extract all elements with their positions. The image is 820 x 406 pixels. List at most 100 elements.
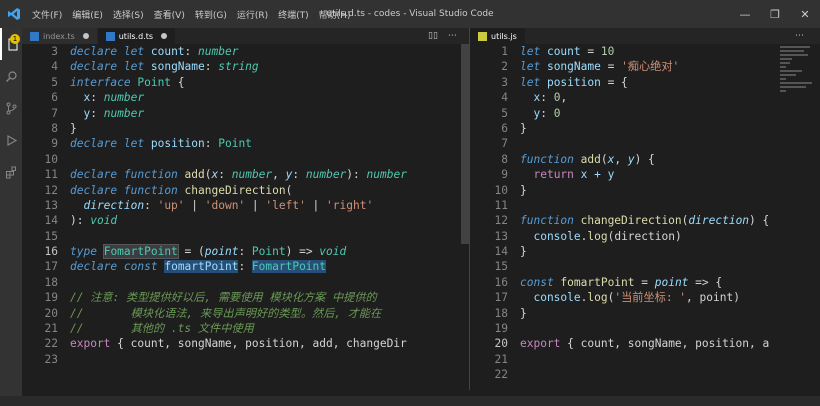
line-number: 12 bbox=[494, 214, 508, 228]
code-token: direction bbox=[70, 198, 145, 212]
menu-run[interactable]: 运行(R) bbox=[237, 8, 268, 21]
code-line[interactable]: 20 export { count, songName, position, a bbox=[470, 336, 815, 351]
unsaved-dot-icon[interactable] bbox=[161, 33, 168, 39]
code-token: : bbox=[540, 106, 554, 120]
code-token: = bbox=[634, 275, 655, 289]
code-line[interactable]: 8 function add(x, y) { bbox=[470, 152, 815, 167]
search-icon[interactable] bbox=[0, 60, 22, 92]
extensions-icon[interactable] bbox=[0, 156, 22, 188]
menu-selection[interactable]: 选择(S) bbox=[113, 8, 144, 21]
code-token: songName bbox=[144, 60, 205, 74]
code-line[interactable]: 9 declare let position: Point bbox=[22, 136, 462, 151]
code-token: export bbox=[520, 337, 561, 351]
code-line[interactable]: 16 type FomartPoint = (point: Point) => v… bbox=[22, 244, 462, 260]
code-line[interactable]: 20 // 模块化语法, 来导出声明好的类型。然后, 才能在 bbox=[22, 306, 462, 321]
code-line[interactable]: 3 let position = { bbox=[470, 75, 815, 90]
line-number: 11 bbox=[44, 168, 58, 182]
code-line[interactable]: 18} bbox=[470, 306, 815, 321]
code-line[interactable]: 10 bbox=[22, 152, 462, 167]
code-token: : bbox=[90, 106, 104, 120]
vscode-logo-icon bbox=[0, 0, 28, 28]
menu-go[interactable]: 转到(G) bbox=[195, 8, 227, 21]
code-line[interactable]: 17 declare const fomartPoint: FomartPoint bbox=[22, 259, 462, 274]
source-control-icon[interactable] bbox=[0, 92, 22, 124]
tab-utils-d-ts[interactable]: utils.d.ts bbox=[97, 28, 177, 44]
code-line[interactable]: 15 bbox=[470, 259, 815, 274]
menu-edit[interactable]: 编辑(E) bbox=[72, 8, 103, 21]
line-number: 20 bbox=[44, 306, 58, 320]
activity-bar: 1 bbox=[0, 28, 22, 406]
code-line[interactable]: 2 let songName = '痴心绝对' bbox=[470, 59, 815, 74]
code-line[interactable]: 18 bbox=[22, 275, 462, 290]
menu-terminal[interactable]: 终端(T) bbox=[278, 8, 309, 21]
code-line[interactable]: 13 console.log(direction) bbox=[470, 229, 815, 244]
code-line[interactable]: 16 const fomartPoint = point => { bbox=[470, 275, 815, 290]
code-line[interactable]: 14): void bbox=[22, 213, 462, 228]
code-token: string bbox=[218, 60, 259, 74]
code-line[interactable]: 9 return x + y bbox=[470, 167, 815, 182]
line-number: 14 bbox=[44, 214, 58, 228]
code-line[interactable]: 22 bbox=[470, 367, 815, 382]
line-number: 11 bbox=[494, 198, 508, 212]
code-line[interactable]: 12 function changeDirection(direction) { bbox=[470, 213, 815, 228]
code-line[interactable]: 21 // 其他的 .ts 文件中使用 bbox=[22, 321, 462, 336]
right-minimap[interactable] bbox=[780, 44, 820, 124]
tab-index-ts[interactable]: index.ts bbox=[22, 28, 98, 44]
left-code-editor[interactable]: 3 declare let count: number 4 declare let s… bbox=[22, 44, 462, 390]
code-line[interactable]: 11 declare function add(x: number, y: num… bbox=[22, 167, 462, 182]
right-code-editor[interactable]: 1 let count = 10 2 let songName = '痴心绝对' 3 le… bbox=[470, 44, 815, 390]
explorer-icon[interactable]: 1 bbox=[0, 28, 22, 60]
code-line[interactable]: 4 x: 0, bbox=[470, 90, 815, 105]
code-line[interactable]: 12 declare function changeDirection( bbox=[22, 183, 462, 198]
code-line[interactable]: 21 bbox=[470, 352, 815, 367]
code-text: declare let position: Point bbox=[58, 136, 252, 151]
unsaved-dot-icon[interactable] bbox=[82, 33, 89, 39]
code-token: point bbox=[654, 275, 689, 289]
maximize-button[interactable]: ❐ bbox=[760, 0, 790, 28]
line-number: 13 bbox=[44, 198, 58, 212]
code-line[interactable]: 10} bbox=[470, 183, 815, 198]
code-line[interactable]: 17 console.log('当前坐标: ', point) bbox=[470, 290, 815, 305]
code-token: number bbox=[366, 168, 407, 182]
line-number: 4 bbox=[501, 91, 508, 105]
code-line[interactable]: 19 // 注意: 类型提供好以后, 需要使用 模块化方案 中提供的 bbox=[22, 290, 462, 305]
split-editor-icon[interactable]: ▯▯ bbox=[428, 31, 438, 41]
run-debug-icon[interactable] bbox=[0, 124, 22, 156]
minimize-button[interactable]: — bbox=[730, 0, 760, 28]
code-line[interactable]: 19 bbox=[470, 321, 815, 336]
code-line[interactable]: 5 y: 0 bbox=[470, 106, 815, 121]
menu-help[interactable]: 帮助(H) bbox=[319, 8, 351, 21]
code-line[interactable]: 14} bbox=[470, 244, 815, 259]
code-line[interactable]: 7 bbox=[470, 136, 815, 151]
code-line[interactable]: 8} bbox=[22, 121, 462, 136]
code-line[interactable]: 6} bbox=[470, 121, 815, 136]
code-line[interactable]: 5 interface Point { bbox=[22, 75, 462, 90]
code-line[interactable]: 7 y: number bbox=[22, 106, 462, 121]
code-line[interactable]: 15 bbox=[22, 229, 462, 244]
menu-file[interactable]: 文件(F) bbox=[32, 8, 62, 21]
code-line[interactable]: 3 declare let count: number bbox=[22, 44, 462, 59]
code-line[interactable]: 23 bbox=[22, 352, 462, 367]
code-text: y: number bbox=[58, 106, 144, 121]
code-token: interface bbox=[70, 75, 131, 89]
more-actions-icon[interactable]: ⋯ bbox=[448, 31, 457, 41]
code-token: ) => bbox=[285, 245, 320, 259]
left-editor-scrollbar[interactable] bbox=[461, 44, 469, 244]
tab-utils-js[interactable]: utils.js bbox=[470, 28, 526, 44]
code-line[interactable]: 13 direction: 'up' | 'down' | 'left' | '… bbox=[22, 198, 462, 213]
code-token: => { bbox=[688, 275, 723, 289]
code-line[interactable]: 22 export { count, songName, position, ad… bbox=[22, 336, 462, 351]
notification-badge: 1 bbox=[10, 34, 20, 44]
code-line[interactable]: 4 declare let songName: string bbox=[22, 59, 462, 74]
menu-view[interactable]: 查看(V) bbox=[154, 8, 185, 21]
code-line[interactable]: 11 bbox=[470, 198, 815, 213]
code-line[interactable]: 1 let count = 10 bbox=[470, 44, 815, 59]
code-line[interactable]: 6 x: number bbox=[22, 90, 462, 105]
more-actions-icon[interactable]: ⋯ bbox=[795, 31, 804, 41]
code-token: number bbox=[103, 106, 145, 120]
close-button[interactable]: ✕ bbox=[790, 0, 820, 28]
